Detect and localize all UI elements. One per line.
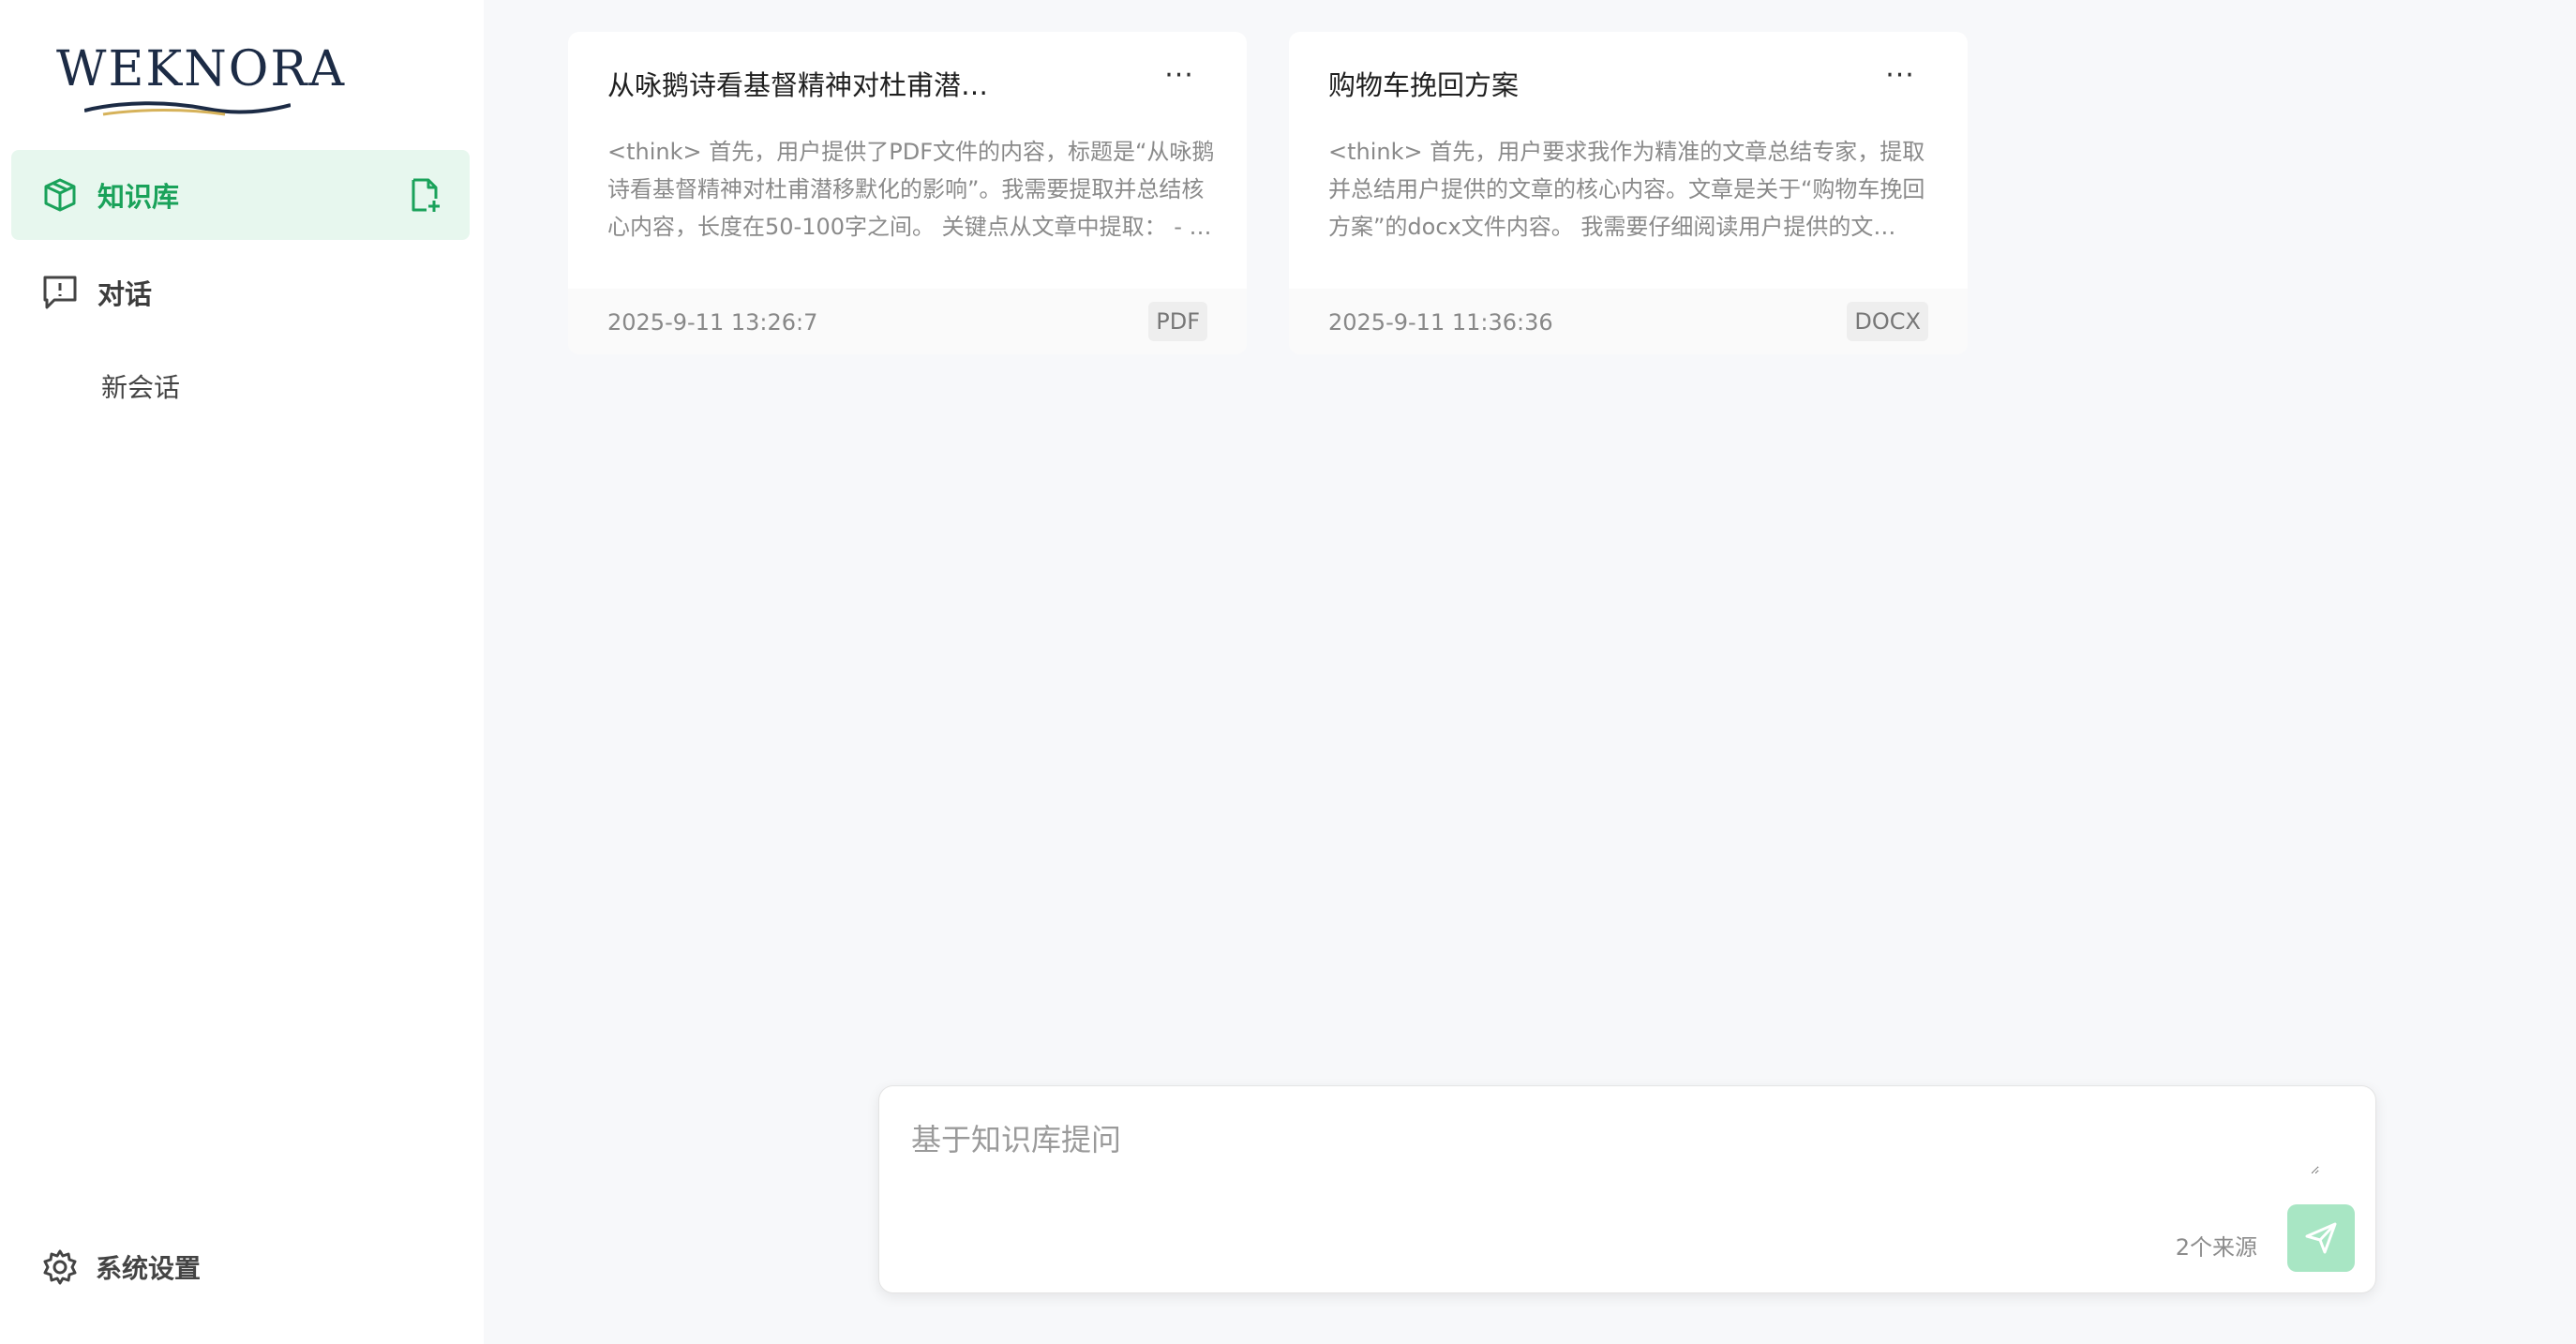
sidebar-item-label: 知识库	[97, 181, 180, 213]
card-summary: <think> 首先，用户要求我作为精准的文章总结专家，提取并总结用户提供的文章…	[1328, 139, 1925, 240]
send-icon	[2305, 1222, 2337, 1254]
sidebar-item-label: 对话	[97, 278, 153, 310]
card-footer: 2025-9-11 13:26:7 PDF	[568, 289, 1247, 354]
card-footer: 2025-9-11 11:36:36 DOCX	[1289, 289, 1968, 354]
chat-input-box: 2个来源	[878, 1085, 2376, 1293]
settings-label: 系统设置	[96, 1253, 202, 1284]
knowledge-card[interactable]: 购物车挽回方案 ··· <think> 首先，用户要求我作为精准的文章总结专家，…	[1289, 32, 1968, 354]
question-input[interactable]	[909, 1114, 2319, 1174]
sidebar-item-knowledge-base[interactable]: 知识库	[11, 150, 470, 240]
more-icon[interactable]: ···	[1161, 60, 1198, 97]
logo-text: WEKNORA	[56, 41, 347, 97]
session-item[interactable]: 新会话	[101, 367, 180, 405]
sidebar-item-chat[interactable]: 对话	[11, 247, 470, 337]
file-type-badge: PDF	[1148, 302, 1207, 341]
cube-icon	[44, 178, 76, 212]
knowledge-card[interactable]: 从咏鹅诗看基督精神对杜甫潜… ··· <think> 首先，用户提供了PDF文件…	[568, 32, 1247, 354]
card-date: 2025-9-11 11:36:36	[1328, 309, 1553, 336]
send-button[interactable]	[2287, 1204, 2355, 1272]
file-type-badge: DOCX	[1847, 302, 1928, 341]
source-count[interactable]: 2个来源	[2176, 1229, 2257, 1262]
gear-icon	[43, 1249, 77, 1285]
settings-button[interactable]: 系统设置	[41, 1248, 201, 1286]
logo[interactable]: WEKNORA	[56, 37, 344, 122]
card-date: 2025-9-11 13:26:7	[607, 309, 818, 336]
more-icon[interactable]: ···	[1881, 60, 1919, 97]
logo-wave-icon	[84, 101, 291, 116]
sidebar: WEKNORA 知识库 对话 新会话 系统设置	[0, 0, 484, 1344]
card-summary: <think> 首先，用户提供了PDF文件的内容，标题是“从咏鹅诗看基督精神对杜…	[607, 139, 1215, 240]
card-title: 购物车挽回方案	[1328, 69, 1520, 101]
card-title: 从咏鹅诗看基督精神对杜甫潜…	[607, 69, 989, 101]
chat-icon	[43, 276, 77, 309]
file-add-icon[interactable]	[406, 176, 443, 214]
